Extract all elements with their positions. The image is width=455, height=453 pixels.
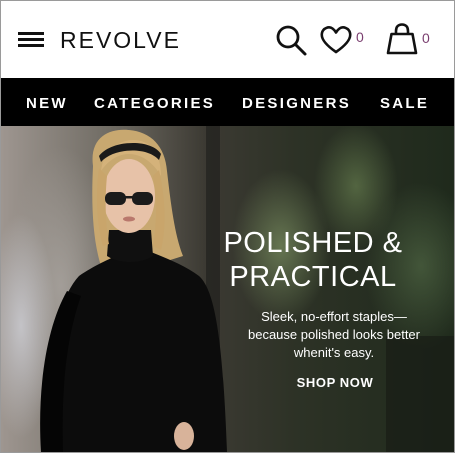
hero-title-line: POLISHED & xyxy=(223,227,403,259)
site-header: REVOLVE 0 0 xyxy=(1,1,454,77)
menu-icon-line xyxy=(18,32,44,35)
wishlist-count: 0 xyxy=(356,29,364,45)
menu-icon-line xyxy=(18,38,44,41)
nav-item-sale[interactable]: SALE xyxy=(380,95,429,112)
menu-icon-line xyxy=(18,44,44,47)
revolve-logo[interactable]: REVOLVE xyxy=(60,27,181,54)
nav-item-new[interactable]: NEW xyxy=(26,95,68,112)
menu-button[interactable] xyxy=(18,31,44,49)
nav-item-categories[interactable]: CATEGORIES xyxy=(94,95,215,112)
heart-icon xyxy=(320,26,352,54)
page-frame: REVOLVE 0 0 NEW CATEGORIES DESIGNERS SAL… xyxy=(0,0,455,453)
shopping-bag-icon xyxy=(386,23,418,55)
hero-title-line: PRACTICAL xyxy=(229,261,397,293)
search-icon xyxy=(276,25,307,56)
nav-item-designers[interactable]: DESIGNERS xyxy=(242,95,351,112)
wishlist-button[interactable] xyxy=(319,25,353,55)
hero-subtitle-line: because polished looks better xyxy=(247,327,420,342)
hero-title: POLISHED & PRACTICAL xyxy=(188,226,438,294)
hero-subtitle-line: whenit's easy. xyxy=(293,345,375,360)
hero-subtitle-line: Sleek, no-effort staples— xyxy=(261,309,407,324)
search-button[interactable] xyxy=(274,23,308,57)
shop-now-link[interactable]: SHOP NOW xyxy=(284,375,386,390)
shopping-bag-button[interactable] xyxy=(385,22,419,56)
bag-count: 0 xyxy=(422,30,430,46)
hero-banner[interactable]: POLISHED & PRACTICAL Sleek, no-effort st… xyxy=(1,126,454,452)
hero-subtitle: Sleek, no-effort staples— because polish… xyxy=(223,308,445,362)
category-nav: NEW CATEGORIES DESIGNERS SALE xyxy=(1,78,454,126)
